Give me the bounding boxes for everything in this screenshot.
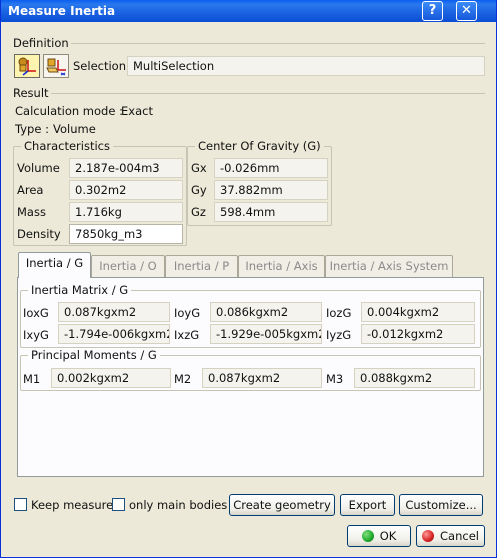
iozg-label: IozG: [326, 306, 352, 320]
help-button[interactable]: ?: [422, 1, 443, 21]
area-value: 0.302m2: [69, 180, 183, 200]
close-button[interactable]: ✕: [456, 1, 477, 21]
ixzg-value: -1.929e-005kgxm2: [210, 324, 322, 344]
ixyg-label: IxyG: [23, 328, 49, 342]
m2-label: M2: [174, 372, 192, 386]
type-value: Volume: [53, 122, 96, 136]
only-main-bodies-label: only main bodies: [129, 498, 228, 512]
cancel-label: Cancel: [440, 529, 479, 543]
inertia-matrix-title: Inertia Matrix / G: [28, 283, 132, 297]
selection-label: Selection :: [73, 59, 134, 73]
ixzg-label: IxzG: [174, 328, 200, 342]
measure-inertia-3d-button[interactable]: [14, 54, 40, 78]
iozg-value: 0.004kgxm2: [361, 302, 475, 322]
principal-moments-title: Principal Moments / G: [28, 348, 160, 362]
ixyg-value: -1.794e-006kgxm2: [58, 324, 170, 344]
ok-label: OK: [379, 529, 397, 543]
result-divider: [51, 93, 485, 94]
ioyg-value: 0.086kgxm2: [210, 302, 322, 322]
ok-icon: [361, 530, 374, 542]
tab-inertia-axis-system[interactable]: Inertia / Axis System: [325, 255, 453, 277]
result-header: Result: [13, 86, 49, 100]
only-main-bodies-checkbox[interactable]: [112, 498, 125, 511]
volume-label: Volume: [17, 161, 60, 175]
mass-value: 1.716kg: [69, 202, 183, 222]
calculation-mode-value: Exact: [121, 104, 153, 118]
iyzg-value: -0.012kgxm2: [361, 324, 475, 344]
tab-inertia-o[interactable]: Inertia / O: [91, 255, 165, 277]
volume-value: 2.187e-004m3: [69, 158, 183, 178]
gy-label: Gy: [191, 183, 207, 197]
tab-inertia-p[interactable]: Inertia / P: [165, 255, 238, 277]
m1-label: M1: [23, 372, 41, 386]
m3-label: M3: [326, 372, 344, 386]
definition-header: Definition: [13, 36, 69, 50]
measure-inertia-3d-icon: [18, 57, 36, 76]
type-label: Type :: [15, 122, 49, 136]
help-icon: ?: [428, 3, 437, 18]
gy-value: 37.882mm: [214, 180, 328, 200]
definition-divider: [71, 43, 485, 44]
m1-value: 0.002kgxm2: [51, 368, 171, 388]
cancel-button[interactable]: Cancel: [416, 525, 485, 547]
tab-inertia-g[interactable]: Inertia / G: [18, 252, 91, 278]
calculation-mode-label: Calculation mode :: [15, 104, 123, 118]
keep-measure-label: Keep measure: [31, 498, 114, 512]
measure-inertia-2d-icon: [46, 58, 66, 76]
density-label: Density: [17, 227, 61, 241]
ioyg-label: IoyG: [174, 306, 201, 320]
area-label: Area: [17, 183, 44, 197]
m2-value: 0.087kgxm2: [202, 368, 322, 388]
create-geometry-button[interactable]: Create geometry: [229, 494, 335, 516]
selection-field[interactable]: MultiSelection: [127, 56, 485, 76]
center-of-gravity-title: Center Of Gravity (G): [195, 139, 324, 153]
tab-panel-inertia-g: Inertia Matrix / G IoxG 0.087kgxm2 IoyG …: [17, 277, 484, 477]
measure-inertia-2d-button[interactable]: [43, 54, 69, 78]
characteristics-title: Characteristics: [21, 139, 113, 153]
measure-inertia-dialog: Measure Inertia ? ✕ Definition Selection…: [0, 0, 497, 558]
title-bar[interactable]: Measure Inertia ? ✕: [1, 0, 496, 22]
close-icon: ✕: [461, 3, 472, 18]
gx-value: -0.026mm: [214, 158, 328, 178]
iyzg-label: IyzG: [326, 328, 352, 342]
window-title: Measure Inertia: [8, 4, 116, 18]
export-button[interactable]: Export: [340, 494, 395, 516]
gx-label: Gx: [191, 161, 207, 175]
ioxg-label: IoxG: [23, 306, 49, 320]
density-input[interactable]: 7850kg_m3: [69, 224, 183, 244]
customize-button[interactable]: Customize...: [399, 494, 483, 516]
cancel-icon: [422, 530, 435, 542]
gz-value: 598.4mm: [214, 202, 328, 222]
keep-measure-checkbox[interactable]: [14, 498, 27, 511]
mass-label: Mass: [17, 205, 46, 219]
m3-value: 0.088kgxm2: [354, 368, 475, 388]
gz-label: Gz: [191, 205, 206, 219]
ok-button[interactable]: OK: [347, 525, 411, 547]
ioxg-value: 0.087kgxm2: [58, 302, 170, 322]
tab-inertia-axis[interactable]: Inertia / Axis: [238, 255, 325, 277]
